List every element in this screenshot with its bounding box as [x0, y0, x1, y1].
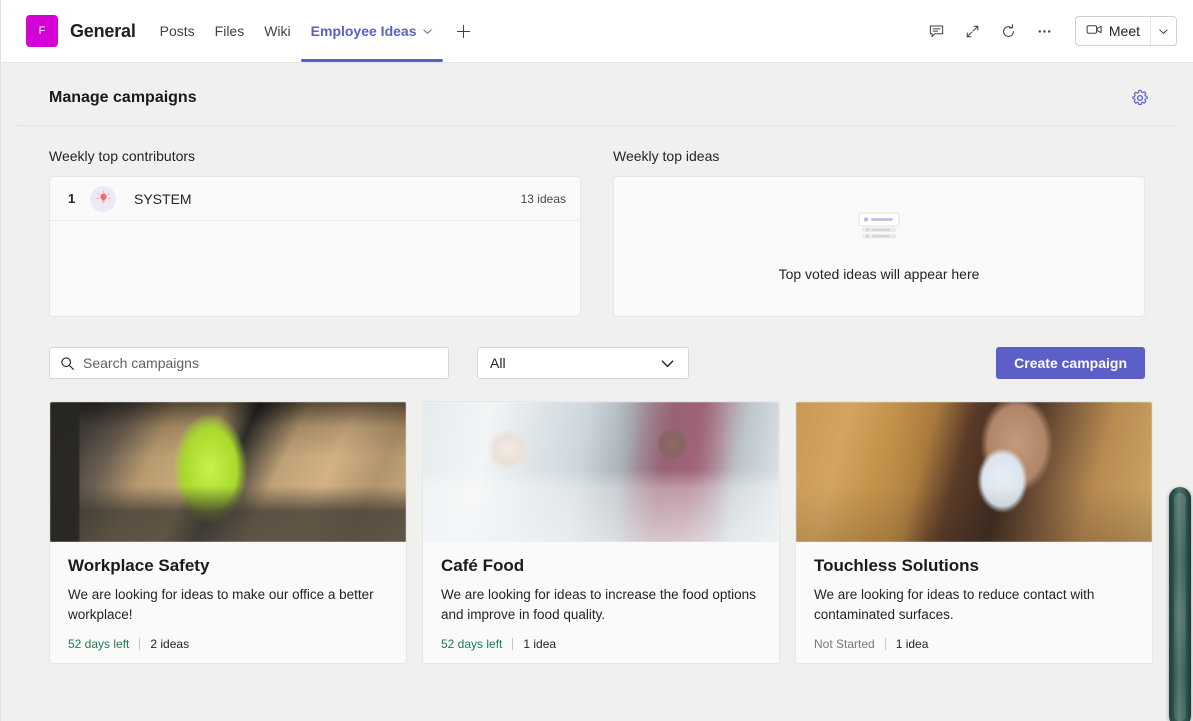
- weekly-top-ideas-widget: Weekly top ideas Top voted ideas will ap…: [613, 148, 1145, 317]
- window-scrollbar-thumb[interactable]: [1169, 487, 1191, 721]
- more-options-icon[interactable]: [1029, 15, 1061, 47]
- contributor-rank: 1: [68, 191, 76, 206]
- campaign-filter-select[interactable]: All: [477, 347, 689, 379]
- campaign-filter-value: All: [490, 355, 506, 371]
- tab-files-label: Files: [214, 23, 245, 39]
- ranked-list-icon: [856, 211, 902, 250]
- campaign-meta: 52 days left 2 ideas: [68, 637, 388, 651]
- campaigns-list: Workplace Safety We are looking for idea…: [17, 401, 1177, 721]
- weekly-widgets: Weekly top contributors 1 SYSTEM 13 idea…: [17, 126, 1177, 317]
- campaign-idea-count: 1 idea: [523, 637, 557, 651]
- meta-divider: [139, 638, 141, 650]
- campaign-status: 52 days left: [441, 637, 503, 651]
- meet-button[interactable]: Meet: [1076, 17, 1150, 45]
- ideas-empty-state: Top voted ideas will appear here: [614, 177, 1144, 316]
- contributor-idea-count: 13 ideas: [520, 191, 566, 206]
- campaign-card[interactable]: Café Food We are looking for ideas to in…: [422, 401, 780, 664]
- weekly-top-contributors-widget: Weekly top contributors 1 SYSTEM 13 idea…: [49, 148, 581, 317]
- ideas-card: Top voted ideas will appear here: [613, 176, 1145, 317]
- tab-files[interactable]: Files: [205, 0, 255, 62]
- create-campaign-button[interactable]: Create campaign: [996, 347, 1145, 379]
- tab-wiki-label: Wiki: [264, 23, 291, 39]
- gear-icon[interactable]: [1131, 89, 1149, 107]
- campaign-image: [423, 402, 779, 542]
- campaign-image: [50, 402, 406, 542]
- chevron-down-icon: [659, 355, 676, 372]
- campaign-description: We are looking for ideas to increase the…: [441, 587, 756, 622]
- contributors-card: 1 SYSTEM 13 ideas: [49, 176, 581, 317]
- meet-dropdown-button[interactable]: [1150, 17, 1176, 45]
- tab-wiki[interactable]: Wiki: [254, 0, 300, 62]
- contributor-name: SYSTEM: [134, 190, 192, 207]
- page-title: Manage campaigns: [49, 89, 197, 106]
- campaign-status: 52 days left: [68, 637, 130, 651]
- expand-icon[interactable]: [957, 15, 989, 47]
- lightbulb-avatar-icon: [90, 185, 116, 212]
- teams-app-window: F General Posts Files Wiki Employee Idea…: [0, 0, 1193, 721]
- manage-campaigns-panel: Manage campaigns Weekly top contributors…: [17, 63, 1177, 721]
- add-tab-button[interactable]: [443, 0, 484, 62]
- campaign-description: We are looking for ideas to make our off…: [68, 587, 374, 622]
- search-input[interactable]: [83, 355, 438, 371]
- campaign-card-body: Touchless Solutions We are looking for i…: [796, 542, 1152, 663]
- campaign-title: Café Food: [441, 556, 525, 575]
- campaign-idea-count: 2 ideas: [150, 637, 190, 651]
- channel-title: General: [70, 20, 136, 41]
- tab-posts[interactable]: Posts: [150, 0, 205, 62]
- campaign-card-body: Workplace Safety We are looking for idea…: [50, 542, 406, 663]
- tab-employee-ideas-label: Employee Ideas: [310, 23, 417, 39]
- team-avatar: F: [26, 15, 58, 47]
- chevron-down-icon: [1159, 28, 1168, 34]
- tab-employee-ideas[interactable]: Employee Ideas: [300, 0, 444, 62]
- contributors-label: Weekly top contributors: [49, 148, 196, 164]
- campaign-idea-count: 1 idea: [895, 637, 929, 651]
- team-avatar-initial: F: [38, 25, 46, 37]
- campaign-toolbar: All Create campaign: [17, 317, 1177, 379]
- campaign-title: Workplace Safety: [68, 556, 210, 575]
- tab-posts-label: Posts: [159, 23, 195, 39]
- refresh-icon[interactable]: [993, 15, 1025, 47]
- campaign-image: [796, 402, 1152, 542]
- panel-header: Manage campaigns: [17, 63, 1177, 126]
- header-actions: Meet: [921, 15, 1177, 47]
- meet-button-group: Meet: [1074, 16, 1177, 46]
- ideas-empty-text: Top voted ideas will appear here: [778, 266, 980, 282]
- campaign-title: Touchless Solutions: [814, 556, 979, 575]
- campaign-card[interactable]: Workplace Safety We are looking for idea…: [49, 401, 407, 664]
- campaign-card-body: Café Food We are looking for ideas to in…: [423, 542, 779, 663]
- campaign-status: Not Started: [814, 637, 875, 651]
- search-campaigns-field[interactable]: [49, 347, 449, 379]
- campaign-meta: 52 days left 1 idea: [441, 637, 761, 651]
- campaign-description: We are looking for ideas to reduce conta…: [814, 587, 1095, 622]
- campaign-cards-row: Workplace Safety We are looking for idea…: [49, 401, 1153, 664]
- meta-divider: [512, 638, 514, 650]
- chat-icon[interactable]: [921, 15, 953, 47]
- meta-divider: [884, 638, 886, 650]
- meet-label: Meet: [1108, 23, 1140, 39]
- video-camera-icon: [1086, 23, 1103, 39]
- search-icon: [60, 356, 75, 371]
- campaign-meta: Not Started 1 idea: [814, 637, 1134, 651]
- contributor-row[interactable]: 1 SYSTEM 13 ideas: [50, 177, 580, 221]
- channel-tabs: Posts Files Wiki Employee Ideas: [150, 0, 485, 62]
- channel-header: F General Posts Files Wiki Employee Idea…: [1, 0, 1193, 63]
- plus-icon: [457, 24, 471, 38]
- app-stage: Manage campaigns Weekly top contributors…: [1, 63, 1193, 721]
- campaign-card[interactable]: Touchless Solutions We are looking for i…: [795, 401, 1153, 664]
- ideas-label: Weekly top ideas: [613, 148, 720, 164]
- chevron-down-icon: [422, 26, 433, 37]
